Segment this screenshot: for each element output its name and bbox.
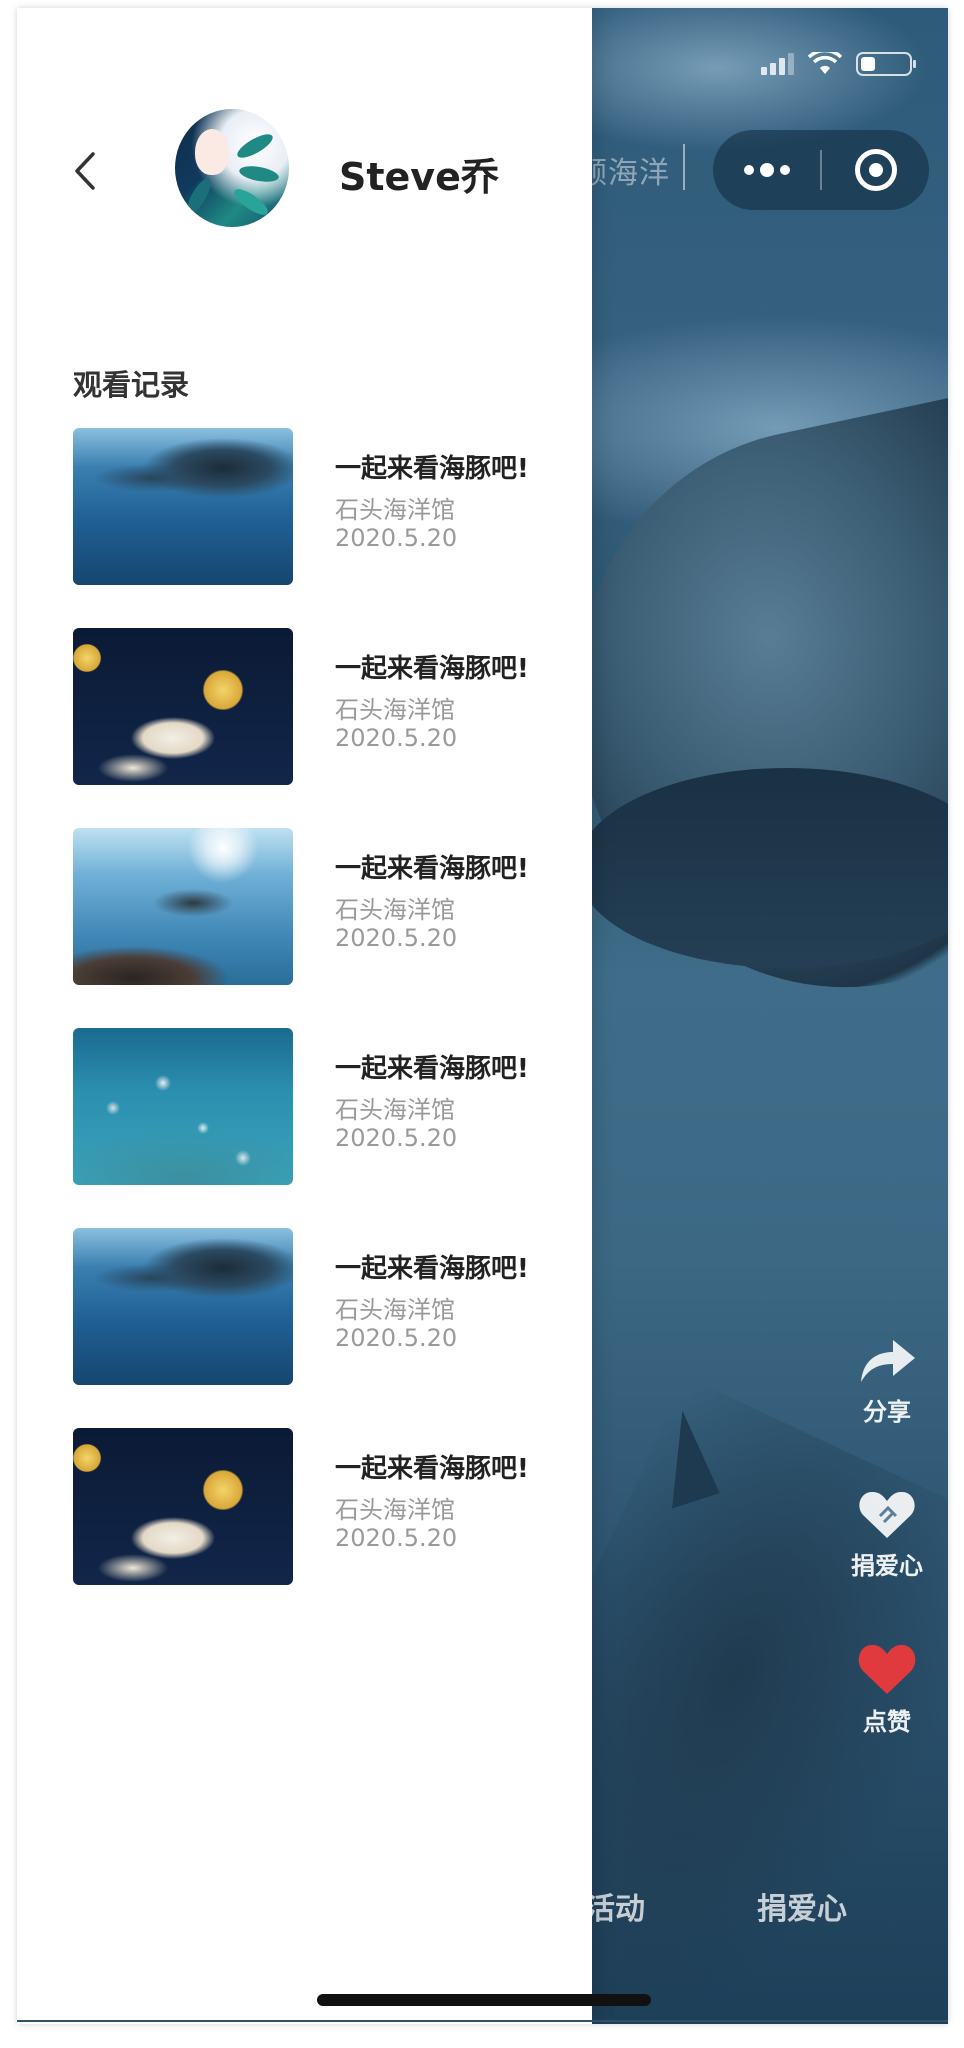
history-drawer: Steve乔 观看记录 一起来看海豚吧! 石头海洋馆 2020.5.20 一起来…	[17, 8, 592, 2024]
history-item[interactable]: 一起来看海豚吧! 石头海洋馆 2020.5.20	[73, 1428, 573, 1628]
item-date: 2020.5.20	[335, 524, 458, 552]
heart-hands-icon	[859, 1491, 915, 1538]
donate-label: 捐爱心	[851, 1552, 923, 1580]
video-thumbnail	[73, 428, 293, 585]
heart-icon	[858, 1644, 916, 1694]
item-title: 一起来看海豚吧!	[335, 1454, 529, 1484]
share-arrow-icon	[861, 1340, 915, 1382]
wifi-icon	[807, 48, 843, 76]
history-item[interactable]: 一起来看海豚吧! 石头海洋馆 2020.5.20	[73, 1228, 573, 1428]
item-venue: 石头海洋馆	[335, 896, 455, 924]
back-button[interactable]	[65, 146, 105, 196]
username: Steve乔	[339, 155, 499, 199]
item-title: 一起来看海豚吧!	[335, 854, 529, 884]
mini-program-capsule	[713, 130, 929, 210]
chevron-left-icon	[75, 152, 95, 190]
more-dots-icon[interactable]	[713, 130, 820, 210]
history-item[interactable]: 一起来看海豚吧! 石头海洋馆 2020.5.20	[73, 628, 573, 828]
video-thumbnail	[73, 1228, 293, 1385]
history-item[interactable]: 一起来看海豚吧! 石头海洋馆 2020.5.20	[73, 828, 573, 1028]
section-title-history: 观看记录	[73, 368, 190, 402]
bottom-edge	[17, 2020, 948, 2022]
item-venue: 石头海洋馆	[335, 696, 455, 724]
share-label: 分享	[863, 1398, 911, 1426]
avatar[interactable]	[175, 109, 289, 227]
item-title: 一起来看海豚吧!	[335, 1054, 529, 1084]
share-button[interactable]: 分享	[837, 1336, 937, 1427]
history-list: 一起来看海豚吧! 石头海洋馆 2020.5.20 一起来看海豚吧! 石头海洋馆 …	[73, 428, 573, 1628]
video-thumbnail	[73, 828, 293, 985]
item-date: 2020.5.20	[335, 924, 458, 952]
donate-button[interactable]: 捐爱心	[837, 1488, 937, 1581]
item-venue: 石头海洋馆	[335, 1496, 455, 1524]
item-title: 一起来看海豚吧!	[335, 654, 529, 684]
item-venue: 石头海洋馆	[335, 1296, 455, 1324]
item-date: 2020.5.20	[335, 724, 458, 752]
like-label: 点赞	[863, 1708, 911, 1736]
home-indicator[interactable]	[317, 1994, 651, 2006]
video-thumbnail	[73, 1028, 293, 1185]
item-venue: 石头海洋馆	[335, 496, 455, 524]
target-icon[interactable]	[822, 130, 929, 210]
item-title: 一起来看海豚吧!	[335, 1254, 529, 1284]
phone-screen: 顾海洋 分享 捐爱心 点赞 活动 捐爱心 Steve乔 观看记录 一起来看海豚吧…	[17, 8, 948, 2024]
history-item[interactable]: 一起来看海豚吧! 石头海洋馆 2020.5.20	[73, 428, 573, 628]
item-date: 2020.5.20	[335, 1124, 458, 1152]
cellular-signal-icon	[761, 53, 794, 75]
battery-icon	[856, 52, 916, 76]
battery-level	[861, 57, 875, 71]
history-item[interactable]: 一起来看海豚吧! 石头海洋馆 2020.5.20	[73, 1028, 573, 1228]
video-thumbnail	[73, 1428, 293, 1585]
item-date: 2020.5.20	[335, 1524, 458, 1552]
tab-activity[interactable]: 活动	[585, 1884, 645, 1928]
status-bar	[761, 48, 916, 76]
item-date: 2020.5.20	[335, 1324, 458, 1352]
item-venue: 石头海洋馆	[335, 1096, 455, 1124]
like-button[interactable]: 点赞	[837, 1642, 937, 1737]
tab-donate[interactable]: 捐爱心	[757, 1884, 847, 1928]
item-title: 一起来看海豚吧!	[335, 454, 529, 484]
header-divider	[683, 144, 685, 190]
video-thumbnail	[73, 628, 293, 785]
